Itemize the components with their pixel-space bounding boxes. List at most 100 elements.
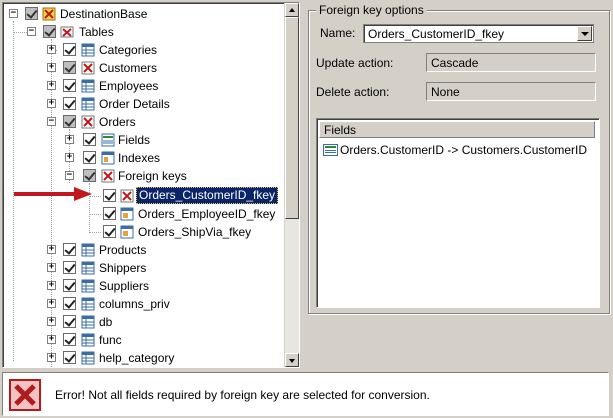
table-icon: [81, 279, 95, 293]
checkbox[interactable]: [63, 79, 76, 92]
checkbox-tables[interactable]: [43, 25, 56, 38]
expand-icon[interactable]: +: [47, 245, 56, 254]
fields-list[interactable]: Fields Orders.CustomerID -> Customers.Cu…: [316, 118, 600, 308]
tree-node-fields[interactable]: + Fields: [3, 131, 283, 149]
tree-label: db: [99, 315, 113, 329]
foreign-key-error-icon: [120, 189, 134, 203]
tree-node-table[interactable]: + Suppliers: [3, 277, 283, 295]
tree-scrollbar[interactable]: [284, 3, 299, 367]
tree-node-table[interactable]: + Shippers: [3, 259, 283, 277]
tree-label: Indexes: [118, 151, 161, 165]
tree-label: Customers: [99, 61, 158, 75]
scroll-up-button[interactable]: [285, 3, 299, 17]
checkbox[interactable]: [63, 333, 76, 346]
expand-icon[interactable]: +: [47, 299, 56, 308]
checkbox[interactable]: [83, 169, 96, 182]
checkbox[interactable]: [63, 315, 76, 328]
tree-content: − DestinationBase − Tables + Categories …: [3, 3, 285, 367]
table-icon: [81, 243, 95, 257]
group-title: Foreign key options: [316, 3, 427, 17]
table-error-icon: [81, 115, 95, 129]
collapse-icon[interactable]: −: [65, 171, 74, 180]
status-bar: Error! Not all fields required by foreig…: [2, 372, 609, 416]
tree-node-tables[interactable]: − Tables: [3, 23, 283, 41]
tree-node-table[interactable]: + Categories: [3, 41, 283, 59]
checkbox[interactable]: [63, 43, 76, 56]
expand-icon[interactable]: +: [47, 353, 56, 362]
table-icon: [81, 351, 95, 365]
expand-icon[interactable]: +: [47, 335, 56, 344]
table-icon: [81, 261, 95, 275]
tree-node-table[interactable]: + Products: [3, 241, 283, 259]
error-message: Error! Not all fields required by foreig…: [55, 388, 430, 402]
checkbox[interactable]: [83, 133, 96, 146]
fields-icon: [101, 133, 115, 147]
checkbox[interactable]: [103, 189, 116, 202]
chevron-down-icon[interactable]: [577, 26, 592, 41]
checkbox[interactable]: [83, 151, 96, 164]
tree-label: help_category: [99, 351, 175, 365]
foreign-key-icon: [120, 207, 134, 221]
folder-error-icon: [101, 169, 115, 183]
checkbox[interactable]: [103, 207, 116, 220]
indexes-icon: [101, 151, 115, 165]
checkbox[interactable]: [63, 61, 76, 74]
collapse-icon[interactable]: −: [9, 9, 18, 18]
checkbox[interactable]: [63, 351, 76, 364]
checkbox[interactable]: [63, 243, 76, 256]
scroll-thumb[interactable]: [285, 17, 299, 219]
delete-action-field: None: [426, 82, 596, 101]
tree-node-table[interactable]: + help_category: [3, 349, 283, 367]
expand-icon[interactable]: +: [47, 99, 56, 108]
tree-label: Orders_EmployeeID_fkey: [138, 207, 276, 221]
tree-node-table[interactable]: + func: [3, 331, 283, 349]
collapse-icon[interactable]: −: [47, 117, 56, 126]
expand-icon[interactable]: +: [47, 45, 56, 54]
table-error-icon: [81, 61, 95, 75]
expand-icon[interactable]: +: [47, 317, 56, 326]
tree-label: Products: [99, 243, 147, 257]
tree-node-indexes[interactable]: + Indexes: [3, 149, 283, 167]
tree-node-destinationbase[interactable]: − DestinationBase: [3, 5, 283, 23]
fields-column-header[interactable]: Fields: [319, 121, 595, 138]
checkbox[interactable]: [63, 97, 76, 110]
tree-label: Orders_ShipVia_fkey: [138, 225, 252, 239]
tree-label: Categories: [99, 43, 158, 57]
tree-node-fk[interactable]: Orders_EmployeeID_fkey: [3, 205, 283, 223]
tree-node-fk[interactable]: Orders_ShipVia_fkey: [3, 223, 283, 241]
expand-icon[interactable]: +: [47, 63, 56, 72]
table-icon: [81, 333, 95, 347]
checkbox[interactable]: [63, 261, 76, 274]
expand-icon[interactable]: +: [47, 281, 56, 290]
tree-node-table[interactable]: + Employees: [3, 77, 283, 95]
folder-error-icon: [60, 26, 74, 38]
tree-label: Employees: [99, 79, 159, 93]
tree-view[interactable]: − DestinationBase − Tables + Categories …: [2, 2, 300, 368]
expand-icon[interactable]: +: [65, 135, 74, 144]
expand-icon[interactable]: +: [65, 153, 74, 162]
collapse-icon[interactable]: −: [27, 27, 36, 36]
arrow-up-icon: [289, 8, 295, 12]
tree-node-table[interactable]: + columns_priv: [3, 295, 283, 313]
tree-line: [89, 214, 101, 215]
foreign-key-icon: [120, 225, 134, 239]
tree-node-foreign-keys[interactable]: − Foreign keys: [3, 167, 283, 185]
delete-action-value: None: [431, 85, 460, 99]
tree-node-table[interactable]: + db: [3, 313, 283, 331]
checkbox-destinationbase[interactable]: [25, 7, 38, 20]
tree-node-table[interactable]: + Customers: [3, 59, 283, 77]
expand-icon[interactable]: +: [47, 81, 56, 90]
error-icon: [9, 379, 41, 411]
tree-label: Foreign keys: [118, 169, 187, 183]
checkbox[interactable]: [63, 115, 76, 128]
tree-label: func: [99, 333, 122, 347]
tree-node-table[interactable]: + Order Details: [3, 95, 283, 113]
tree-node-orders[interactable]: − Orders: [3, 113, 283, 131]
checkbox[interactable]: [103, 225, 116, 238]
checkbox[interactable]: [63, 279, 76, 292]
scroll-down-button[interactable]: [285, 353, 299, 367]
name-select[interactable]: Orders_CustomerID_fkey: [363, 24, 594, 43]
table-icon: [81, 79, 95, 93]
checkbox[interactable]: [63, 297, 76, 310]
expand-icon[interactable]: +: [47, 263, 56, 272]
